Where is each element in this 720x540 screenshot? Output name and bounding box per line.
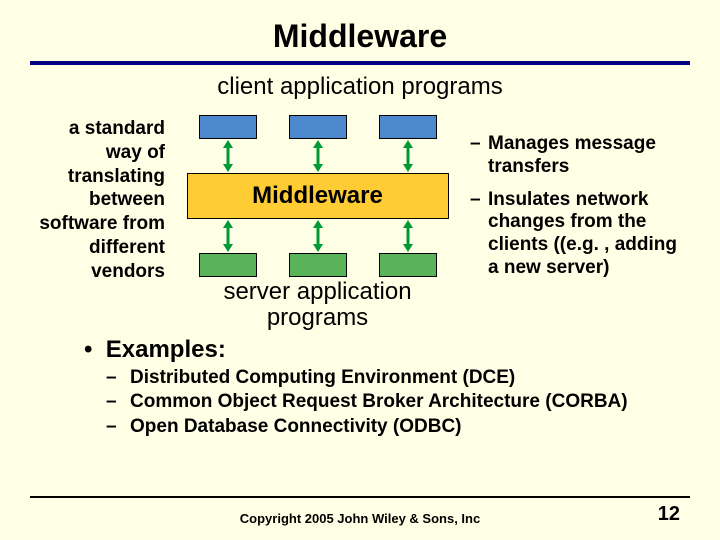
bullet-text: Insulates network changes from the clien… xyxy=(488,189,690,280)
example-item: –Open Database Connectivity (ODBC) xyxy=(106,415,690,440)
example-text: Distributed Computing Environment (DCE) xyxy=(130,366,515,391)
server-label: server application programs xyxy=(175,279,460,332)
example-text: Open Database Connectivity (ODBC) xyxy=(130,415,462,440)
double-arrow-icon xyxy=(199,139,257,173)
bullet-dash-icon: – xyxy=(106,390,130,415)
bullet-item: – Insulates network changes from the cli… xyxy=(470,189,690,280)
client-box xyxy=(379,115,437,139)
slide-subtitle: client application programs xyxy=(30,73,690,101)
server-box xyxy=(289,253,347,277)
double-arrow-icon xyxy=(289,219,347,253)
examples-heading: • Examples: xyxy=(84,336,690,364)
arrow-row-top xyxy=(199,139,437,173)
footer: Copyright 2005 John Wiley & Sons, Inc 12 xyxy=(0,511,720,526)
copyright-text: Copyright 2005 John Wiley & Sons, Inc xyxy=(0,511,720,526)
bullet-dash-icon: – xyxy=(470,189,488,280)
bullet-dash-icon: – xyxy=(106,366,130,391)
page-number: 12 xyxy=(658,503,680,526)
slide: Middleware client application programs a… xyxy=(0,0,720,540)
client-box-row xyxy=(199,115,437,139)
content-area: a standard way of translating between so… xyxy=(30,115,690,332)
double-arrow-icon xyxy=(379,139,437,173)
bullet-item: – Manages message transfers xyxy=(470,133,690,179)
right-bullets: – Manages message transfers – Insulates … xyxy=(470,115,690,332)
client-box xyxy=(199,115,257,139)
middleware-box: Middleware xyxy=(187,173,449,219)
arrow-row-bottom xyxy=(199,219,437,253)
double-arrow-icon xyxy=(289,139,347,173)
double-arrow-icon xyxy=(379,219,437,253)
examples-label: Examples: xyxy=(106,336,226,363)
examples-list: –Distributed Computing Environment (DCE)… xyxy=(106,366,690,440)
server-box xyxy=(199,253,257,277)
double-arrow-icon xyxy=(199,219,257,253)
bullet-dash-icon: – xyxy=(470,133,488,179)
example-item: –Distributed Computing Environment (DCE) xyxy=(106,366,690,391)
example-item: –Common Object Request Broker Architectu… xyxy=(106,390,690,415)
bullet-dash-icon: – xyxy=(106,415,130,440)
bullet-text: Manages message transfers xyxy=(488,133,690,179)
example-text: Common Object Request Broker Architectur… xyxy=(130,390,628,415)
left-description: a standard way of translating between so… xyxy=(30,115,165,332)
server-box xyxy=(379,253,437,277)
server-box-row xyxy=(199,253,437,277)
client-box xyxy=(289,115,347,139)
diagram: Middleware server application programs xyxy=(175,115,460,332)
footer-divider xyxy=(30,496,690,498)
title-divider xyxy=(30,61,690,65)
slide-title: Middleware xyxy=(30,18,690,55)
